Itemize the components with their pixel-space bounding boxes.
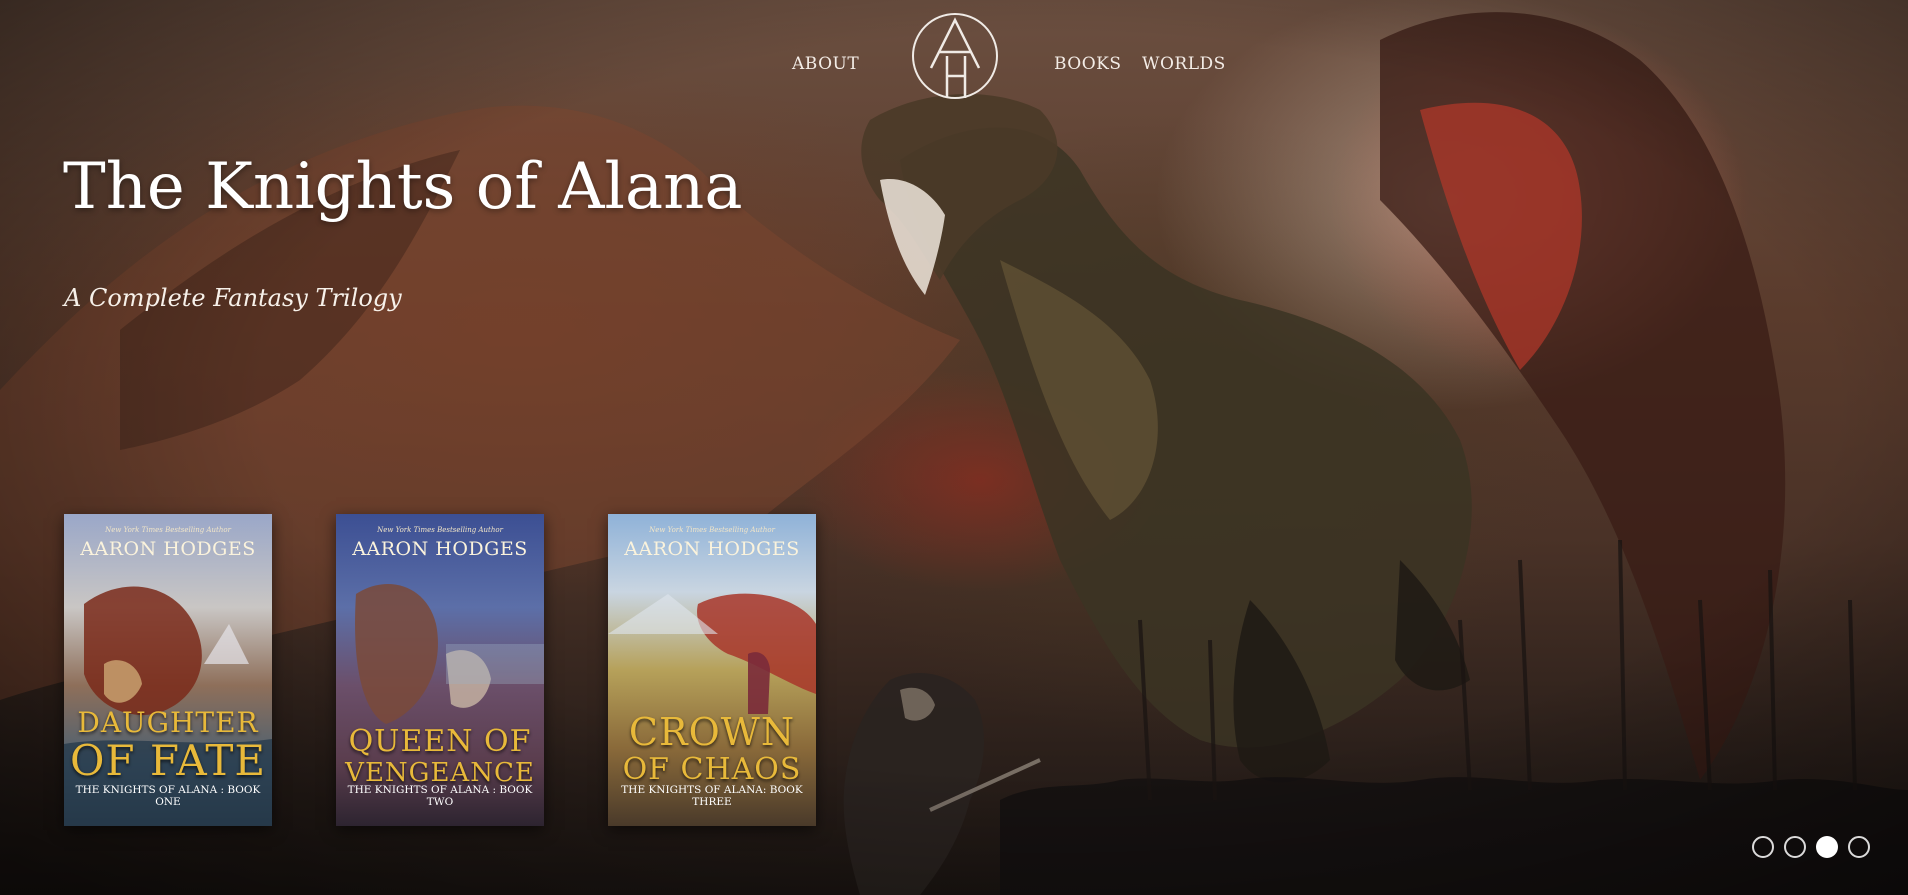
nav-link-worlds[interactable]: WORLDS <box>1142 54 1226 74</box>
carousel-dot-4[interactable] <box>1848 836 1870 858</box>
nav-link-about[interactable]: ABOUT <box>792 54 859 74</box>
nav-link-books[interactable]: BOOKS <box>1054 54 1122 74</box>
book-series: THE KNIGHTS OF ALANA : BOOK TWO <box>347 784 533 808</box>
book-title-line2: OF CHAOS <box>622 752 802 787</box>
site-logo[interactable] <box>909 10 1001 102</box>
book-author: AARON HODGES <box>624 538 800 560</box>
book-cover-crown-of-chaos[interactable]: New York Times Bestselling Author AARON … <box>608 514 816 826</box>
carousel-dot-1[interactable] <box>1752 836 1774 858</box>
book-tagline: New York Times Bestselling Author <box>649 526 775 534</box>
carousel-dot-3[interactable] <box>1816 836 1838 858</box>
book-cover-daughter-of-fate[interactable]: New York Times Bestselling Author AARON … <box>64 514 272 826</box>
carousel-dot-2[interactable] <box>1784 836 1806 858</box>
ah-monogram-icon <box>912 13 998 99</box>
book-cover-queen-of-vengeance[interactable]: New York Times Bestselling Author AARON … <box>336 514 544 826</box>
hero-subtitle: A Complete Fantasy Trilogy <box>64 284 402 312</box>
book-author: AARON HODGES <box>80 538 256 560</box>
book-title-line1: CROWN <box>628 710 796 754</box>
dragon-artwork <box>0 0 1908 895</box>
book-tagline: New York Times Bestselling Author <box>377 526 503 534</box>
book-title-line1: QUEEN OF <box>348 724 532 759</box>
top-navigation: ABOUT BOOKS WORLDS <box>0 0 1908 110</box>
book-series: THE KNIGHTS OF ALANA : BOOK ONE <box>75 784 261 808</box>
book-title-line1: DAUGHTER <box>77 706 259 739</box>
book-tagline: New York Times Bestselling Author <box>105 526 231 534</box>
book-author: AARON HODGES <box>352 538 528 560</box>
book-title-line2: OF FATE <box>69 736 267 785</box>
hero-title: The Knights of Alana <box>63 150 743 224</box>
book-series: THE KNIGHTS OF ALANA: BOOK THREE <box>621 784 803 808</box>
hero-background <box>0 0 1908 895</box>
